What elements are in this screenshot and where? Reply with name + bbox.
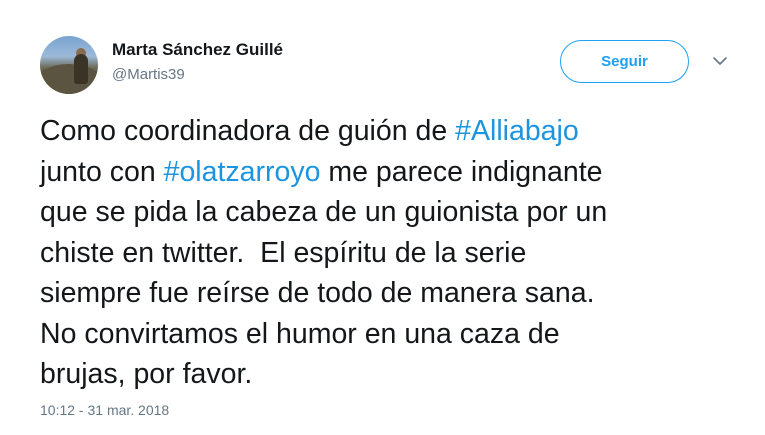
avatar-landscape [40, 64, 98, 94]
tweet-text-segment: Como coordinadora de guión de [40, 115, 456, 147]
tweet-text: Como coordinadora de guión de #Alliabajo… [40, 111, 740, 395]
hashtag-link[interactable]: #olatzarroyo [164, 156, 321, 188]
avatar-person [74, 54, 88, 84]
hashtag-link[interactable]: #Alliabajo [455, 115, 579, 147]
tweet-text-segment: me parece indignante que se pida la cabe… [40, 155, 608, 391]
avatar[interactable] [40, 36, 98, 94]
author-handle[interactable]: @Martis39 [112, 66, 185, 83]
tweet-text-segment: junto con [40, 155, 156, 188]
tweet-card: Marta Sánchez Guillé @Martis39 Seguir Co… [0, 0, 765, 435]
author-name[interactable]: Marta Sánchez Guillé [112, 40, 283, 60]
chevron-down-icon[interactable] [711, 54, 729, 68]
follow-button[interactable]: Seguir [560, 40, 689, 83]
tweet-timestamp[interactable]: 10:12 - 31 mar. 2018 [40, 402, 169, 418]
